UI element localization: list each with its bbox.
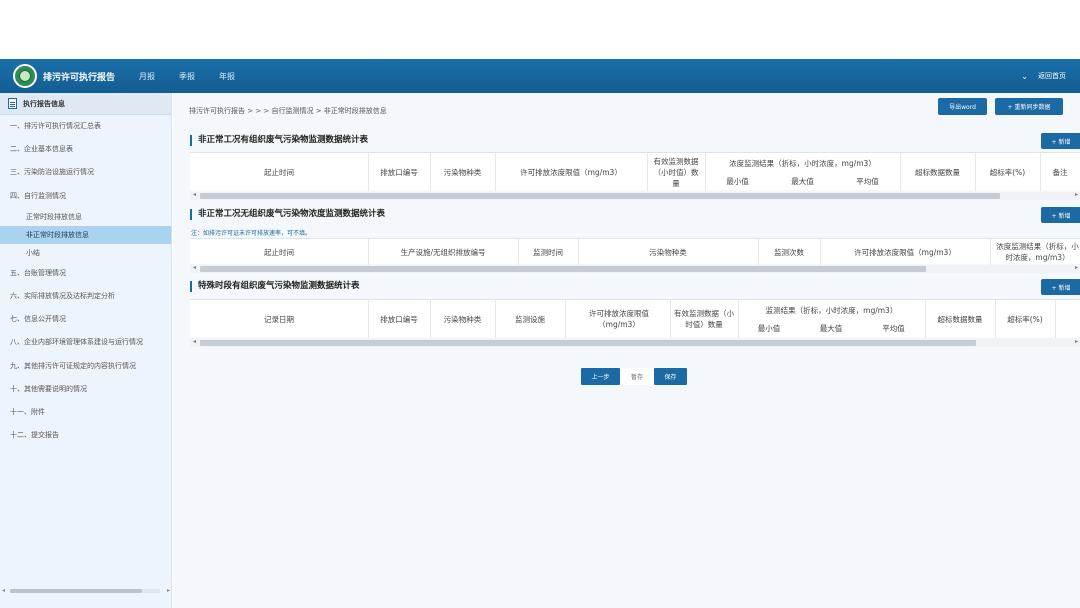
- table-scrollbar[interactable]: ◂ ▸: [190, 264, 1080, 273]
- column-header: 记录日期: [264, 314, 294, 324]
- column-header: 监测设施: [515, 314, 545, 324]
- scroll-right-icon[interactable]: ▸: [1075, 264, 1078, 271]
- scroll-left-icon[interactable]: ◂: [2, 587, 5, 594]
- top-header: 排污许可执行报告 月报 季报 年报 ⌄ 返回首页: [0, 59, 1080, 93]
- column-group-header: 浓度监测结果（折标，小时浓度，mg/m3）: [729, 158, 876, 168]
- sidebar-item-other-permit[interactable]: 九、其他排污许可证规定的内容执行情况: [0, 355, 171, 378]
- table-note: 注：如排污许可证未许可排放速率，可不填。: [191, 230, 312, 237]
- column-header: 平均值: [882, 323, 905, 333]
- sidebar-subitem-abnormal-period[interactable]: 非正常时段排放信息: [0, 225, 171, 244]
- app-logo-icon: [13, 64, 37, 88]
- sidebar-item-basic-info[interactable]: 二、企业基本信息表: [0, 138, 171, 161]
- column-header: 监测次数: [774, 247, 804, 257]
- previous-step-button[interactable]: 上一步: [581, 368, 620, 385]
- breadcrumb: 排污许可执行报告 > > > 自行监测情况 > 非正常时段排放信息: [189, 107, 387, 115]
- sidebar-item-self-monitoring[interactable]: 四、自行监测情况: [0, 185, 171, 208]
- column-header: 超标数据数量: [915, 167, 960, 177]
- column-header: 污染物种类: [443, 314, 482, 324]
- form-actions: 上一步 暂存 保存: [581, 368, 687, 385]
- nav-monthly[interactable]: 月报: [139, 71, 155, 82]
- column-header: 有效监测数据（小时值）数量: [674, 309, 734, 329]
- column-header: 最小值: [757, 323, 781, 333]
- section-title-abnormal-unorganized: 非正常工况无组织废气污染物浓度监测数据统计表: [190, 209, 385, 220]
- section-title-special-period: 特殊时段有组织废气污染物监测数据统计表: [190, 281, 360, 292]
- sidebar-item-facility-operation[interactable]: 三、污染防治设施运行情况: [0, 161, 171, 184]
- save-draft-button[interactable]: 暂存: [620, 368, 654, 385]
- scroll-left-icon[interactable]: ◂: [193, 338, 196, 345]
- column-header: 浓度监测结果（折标，小时浓度，mg/m3）: [996, 242, 1079, 262]
- column-header: 污染物种类: [649, 247, 687, 257]
- column-header: 超标率(%): [989, 167, 1026, 177]
- sidebar-item-disclosure[interactable]: 七、信息公开情况: [0, 308, 171, 331]
- scroll-left-icon[interactable]: ◂: [193, 191, 196, 198]
- export-word-button[interactable]: 导出word: [938, 98, 987, 115]
- column-header: 排放口编号: [380, 167, 418, 177]
- app-title: 排污许可执行报告: [43, 72, 116, 83]
- table-scrollbar[interactable]: ◂ ▸: [190, 338, 1080, 347]
- sidebar-title: 执行报告信息: [23, 99, 65, 108]
- document-icon: [8, 98, 17, 109]
- save-button[interactable]: 保存: [654, 368, 687, 385]
- column-header: 平均值: [856, 176, 879, 186]
- column-header: 许可排放浓度限值（mg/m3）: [589, 309, 649, 329]
- sidebar-scrollbar[interactable]: ◂ ▸: [2, 587, 170, 594]
- sidebar-item-attachments[interactable]: 十一、附件: [0, 401, 171, 424]
- column-header: 许可排放浓度限值（mg/m3）: [854, 247, 956, 257]
- column-header: 监测时间: [533, 247, 563, 257]
- section-title-abnormal-organized: 非正常工况有组织废气污染物监测数据统计表: [190, 135, 368, 146]
- sidebar-item-submit[interactable]: 十二、提交报告: [0, 424, 171, 447]
- column-header: 最小值: [726, 176, 749, 186]
- table-abnormal-organized: 起止时间 排放口编号 污染物种类 许可排放浓度限值（mg/m3） 有效监测数据（…: [190, 152, 1080, 191]
- sidebar-item-other-notes[interactable]: 十、其他需要说明的情况: [0, 378, 171, 401]
- sidebar-item-env-management[interactable]: 八、企业内部环境管理体系建设与运行情况: [0, 331, 171, 354]
- column-header: 起止时间: [264, 247, 294, 257]
- column-header: 生产设施/无组织排放编号: [400, 247, 486, 257]
- sidebar-item-actual-emission[interactable]: 六、实际排放情况及达标判定分析: [0, 285, 171, 308]
- scroll-left-icon[interactable]: ◂: [193, 264, 196, 271]
- sidebar-subitem-summary[interactable]: 小结: [0, 244, 171, 262]
- column-header: 起止时间: [264, 167, 294, 177]
- table-abnormal-unorganized: 起止时间 生产设施/无组织排放编号 监测时间 污染物种类 监测次数 许可排放浓度…: [190, 238, 1080, 265]
- column-header: 备注: [1052, 167, 1068, 177]
- column-header: 排放口编号: [380, 314, 418, 324]
- main-content: 排污许可执行报告 > > > 自行监测情况 > 非正常时段排放信息 导出word…: [173, 93, 1080, 608]
- scroll-right-icon[interactable]: ▸: [167, 587, 170, 594]
- column-group-header: 监测结果（折标，小时浓度，mg/m3）: [765, 305, 898, 315]
- nav-annual[interactable]: 年报: [219, 71, 235, 82]
- sidebar-item-ledger[interactable]: 五、台账管理情况: [0, 262, 171, 285]
- column-header: 污染物种类: [443, 167, 482, 177]
- resync-data-button[interactable]: + 重新同步数据: [995, 98, 1063, 115]
- chevron-down-icon[interactable]: ⌄: [1021, 72, 1028, 81]
- sidebar: 执行报告信息 一、排污许可执行情况汇总表 二、企业基本信息表 三、污染防治设施运…: [0, 93, 172, 608]
- table-special-period: 记录日期 排放口编号 污染物种类 监测设施 许可排放浓度限值（mg/m3） 有效…: [190, 299, 1080, 338]
- add-button[interactable]: + 新增: [1041, 279, 1080, 295]
- add-button[interactable]: + 新增: [1041, 207, 1080, 223]
- sidebar-header: 执行报告信息: [0, 93, 171, 115]
- nav-quarterly[interactable]: 季报: [179, 71, 195, 82]
- scroll-right-icon[interactable]: ▸: [1075, 338, 1078, 345]
- column-header: 最大值: [819, 323, 843, 333]
- column-header: 有效监测数据（小时值）数量: [653, 156, 699, 188]
- column-header: 许可排放浓度限值（mg/m3）: [520, 167, 622, 177]
- column-header: 最大值: [791, 176, 814, 186]
- sidebar-subitem-normal-period[interactable]: 正常时段排放信息: [0, 208, 171, 226]
- table-scrollbar[interactable]: ◂ ▸: [190, 191, 1080, 200]
- add-button[interactable]: + 新增: [1041, 133, 1080, 149]
- sidebar-item-summary[interactable]: 一、排污许可执行情况汇总表: [0, 115, 171, 138]
- scroll-right-icon[interactable]: ▸: [1075, 191, 1078, 198]
- back-home-link[interactable]: 返回首页: [1038, 71, 1066, 81]
- column-header: 超标数据数量: [937, 314, 983, 324]
- column-header: 超标率(%): [1007, 314, 1043, 324]
